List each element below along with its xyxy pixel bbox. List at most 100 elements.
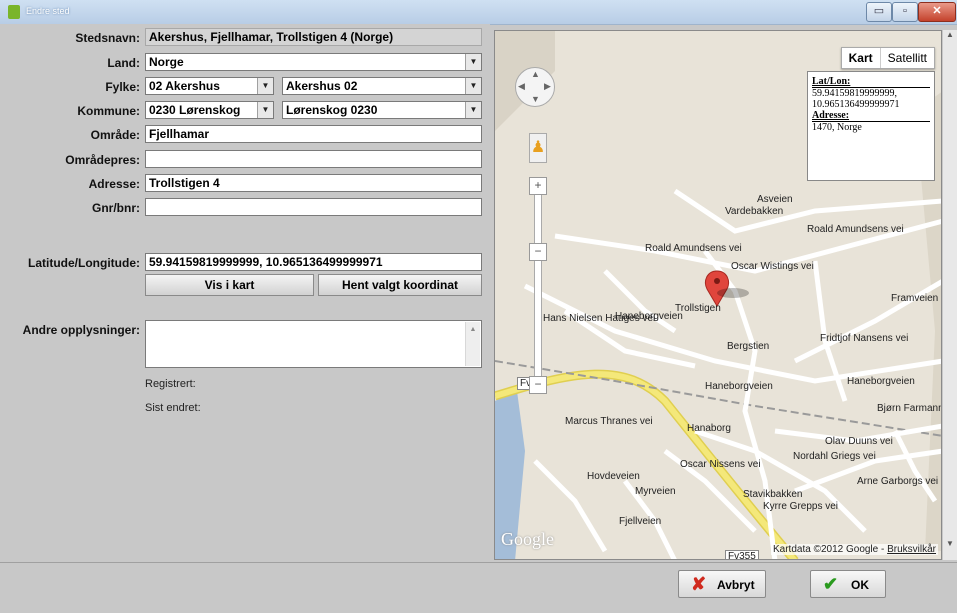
google-logo: Google: [501, 529, 554, 549]
textarea-scrollbar[interactable]: ▲▼: [465, 322, 480, 366]
map-pin-shadow: [717, 288, 749, 298]
map-view[interactable]: Asveien Roald Amundsens vei Roald Amunds…: [494, 30, 942, 560]
fylke-name-select[interactable]: Akershus 02 ▼: [282, 77, 482, 95]
chevron-down-icon[interactable]: ▼: [257, 78, 273, 94]
map-type-kart-button[interactable]: Kart: [842, 48, 881, 68]
gnrbnr-label: Gnr/bnr:: [92, 201, 140, 215]
ok-button[interactable]: ✔ OK: [810, 570, 886, 598]
road-label: Hans Nielsen Hauges vei: [543, 313, 656, 324]
land-label: Land:: [107, 56, 140, 70]
road-label: Roald Amundsens vei: [645, 243, 742, 254]
map-type-control: Kart Satellitt: [840, 47, 935, 69]
info-latlon-header: Lat/Lon:: [812, 76, 930, 88]
pegman-icon[interactable]: ♟: [529, 133, 547, 163]
vis-i-kart-button[interactable]: Vis i kart: [145, 274, 314, 296]
pan-up-icon[interactable]: ▲: [531, 69, 540, 79]
pan-left-icon[interactable]: ◀: [518, 81, 525, 92]
registrert-label: Registrert:: [145, 378, 196, 390]
kommune-code-select[interactable]: 0230 Lørenskog ▼: [145, 101, 274, 119]
kommune-label: Kommune:: [77, 104, 140, 118]
pan-right-icon[interactable]: ▶: [544, 81, 551, 92]
map-pin-center: [714, 278, 720, 284]
road-label: Trollstigen: [675, 303, 721, 314]
pan-down-icon[interactable]: ▼: [531, 94, 540, 104]
kommune-name-select[interactable]: Lørenskog 0230 ▼: [282, 101, 482, 119]
road-label: Fjellveien: [619, 516, 662, 527]
road-label: Roald Amundsens vei: [807, 224, 904, 235]
zoom-slider-handle[interactable]: −: [529, 243, 547, 261]
hent-valgt-koordinat-button[interactable]: Hent valgt koordinat: [318, 274, 482, 296]
zoom-out-button[interactable]: −: [529, 376, 547, 394]
andre-opplysninger-textarea[interactable]: ▲▼: [145, 320, 482, 368]
road-label: Stavikbakken: [743, 489, 803, 500]
terms-link[interactable]: Bruksvilkår: [887, 544, 936, 555]
stedsnavn-field: Akershus, Fjellhamar, Trollstigen 4 (Nor…: [145, 28, 482, 46]
road-label: Framveien: [891, 293, 939, 304]
omrade-label: Område:: [90, 128, 140, 142]
coordinate-info-box: Lat/Lon: 59.94159819999999, 10.965136499…: [807, 71, 935, 181]
road-label: Bergstien: [727, 341, 770, 352]
latlon-label: Latitude/Longitude:: [28, 256, 140, 270]
chevron-down-icon[interactable]: ▼: [257, 102, 273, 118]
kommune-name-value: Lørenskog 0230: [286, 103, 378, 117]
stedsnavn-label: Stedsnavn:: [75, 31, 140, 45]
pan-control[interactable]: ▲ ▼ ◀ ▶: [515, 67, 555, 107]
road-label: Fridtjof Nansens vei: [820, 333, 909, 344]
ok-label: OK: [851, 578, 869, 592]
road-label: Hovdeveien: [587, 471, 640, 482]
road-label: Arne Garborgs vei: [857, 476, 939, 487]
map-scrollbar[interactable]: ▲ ▼: [942, 30, 957, 560]
cancel-x-icon: ✘: [691, 574, 707, 594]
road-label: Haneborgveien: [705, 381, 773, 392]
avbryt-label: Avbryt: [717, 578, 755, 592]
road-label: Vardebakken: [725, 206, 784, 217]
land-select-value: Norge: [149, 55, 184, 69]
omradepres-label: Områdepres:: [65, 153, 140, 167]
kommune-code-value: 0230 Lørenskog: [149, 103, 241, 117]
window: Endre sted ▭ ▫ ✕ Stedsnavn: Akershus, Fj…: [0, 0, 957, 613]
gnrbnr-input[interactable]: [145, 198, 482, 216]
checkmark-icon: ✔: [823, 574, 839, 594]
road-label: Bjørn Farmann: [877, 403, 942, 414]
info-lat: 59.94159819999999,: [812, 88, 897, 99]
chevron-down-icon[interactable]: ▼: [465, 78, 481, 94]
chevron-down-icon[interactable]: ▼: [465, 54, 481, 70]
info-adresse: 1470, Norge: [812, 122, 862, 133]
fylke-code-value: 02 Akershus: [149, 79, 220, 93]
road-label: Nordahl Griegs vei: [793, 451, 876, 462]
chevron-down-icon[interactable]: ▼: [465, 102, 481, 118]
fylke-name-value: Akershus 02: [286, 79, 358, 93]
zoom-slider-track[interactable]: [534, 183, 542, 385]
adresse-input[interactable]: Trollstigen 4: [145, 174, 482, 192]
road-label: Kyrre Grepps vei: [763, 501, 839, 512]
fylke-code-select[interactable]: 02 Akershus ▼: [145, 77, 274, 95]
map-attribution: Kartdata ©2012 Google - Bruksvilkår: [771, 544, 939, 555]
attribution-text: Kartdata ©2012 Google -: [773, 544, 888, 555]
land-select[interactable]: Norge ▼: [145, 53, 482, 71]
dialog-button-bar: ✘ Avbryt ✔ OK: [0, 562, 957, 613]
omradepres-input[interactable]: [145, 150, 482, 168]
zoom-in-button[interactable]: +: [529, 177, 547, 195]
road-label: Haneborgveien: [847, 376, 915, 387]
adresse-label: Adresse:: [88, 177, 140, 191]
road-label: Olav Duuns vei: [825, 436, 893, 447]
info-lon: 10.965136499999971: [812, 99, 900, 110]
road-label: Asveien: [757, 194, 793, 205]
title-bar[interactable]: Endre sted ▭ ▫ ✕: [0, 0, 957, 25]
latlon-input[interactable]: 59.94159819999999, 10.965136499999971: [145, 253, 482, 271]
road-label: Marcus Thranes vei: [565, 416, 653, 427]
fylke-label: Fylke:: [105, 80, 140, 94]
road-label: Myrveien: [635, 486, 676, 497]
andre-opplysninger-label: Andre opplysninger:: [22, 323, 140, 337]
info-adresse-header: Adresse:: [812, 110, 930, 122]
maximize-button[interactable]: ▫: [892, 2, 918, 22]
road-label: Hanaborg: [687, 423, 731, 434]
omrade-input[interactable]: Fjellhamar: [145, 125, 482, 143]
avbryt-button[interactable]: ✘ Avbryt: [678, 570, 766, 598]
sist-endret-label: Sist endret:: [145, 402, 201, 414]
close-button[interactable]: ✕: [918, 2, 956, 22]
road-label: Oscar Wistings vei: [731, 261, 814, 272]
minimize-button[interactable]: ▭: [866, 2, 892, 22]
map-type-satellitt-button[interactable]: Satellitt: [881, 48, 934, 68]
app-icon: [8, 5, 20, 19]
